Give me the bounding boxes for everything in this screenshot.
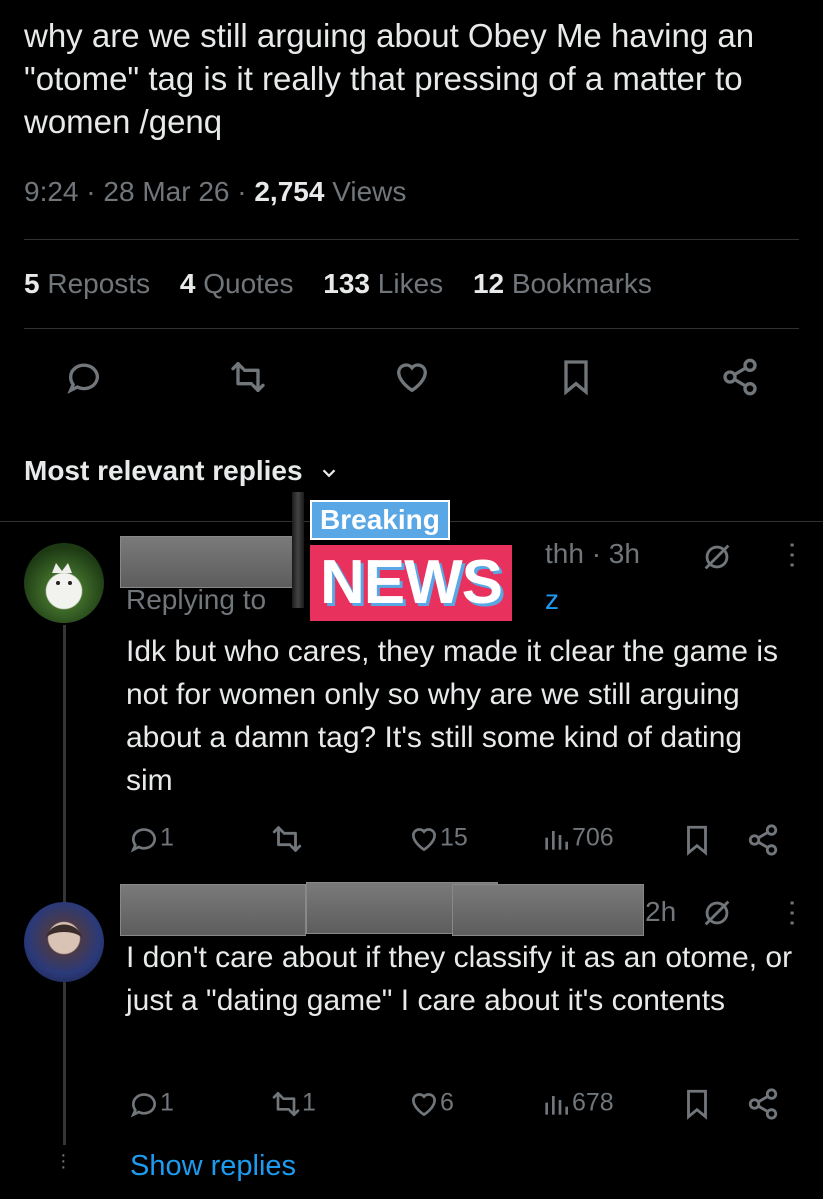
chevron-down-icon xyxy=(323,469,336,477)
reply-bookmark-icon[interactable] xyxy=(680,1087,714,1126)
reply-share-icon[interactable] xyxy=(746,1087,780,1126)
breaking-label: Breaking xyxy=(310,500,450,540)
redacted-name xyxy=(120,884,306,936)
tweet-time[interactable]: 9:24 xyxy=(24,176,79,207)
thread-line xyxy=(63,625,66,1145)
quotes-stat[interactable]: 4 Quotes xyxy=(180,268,294,299)
reply-share-icon[interactable] xyxy=(746,823,780,862)
reposts-stat[interactable]: 5 Reposts xyxy=(24,268,150,299)
reply-repost-button[interactable] xyxy=(270,822,304,861)
reply-like-button[interactable]: 15 xyxy=(408,823,468,855)
repost-icon[interactable] xyxy=(228,357,268,397)
reply-comment-button[interactable]: 1 xyxy=(128,823,174,855)
divider xyxy=(24,328,799,329)
thread-dots: · · · xyxy=(60,1144,67,1178)
tweet-date[interactable]: 28 Mar 26 xyxy=(103,176,229,207)
show-replies-link[interactable]: Show replies xyxy=(130,1150,296,1183)
reply-repost-button[interactable]: 1 xyxy=(270,1088,316,1120)
views-label: Views xyxy=(332,176,407,207)
grok-icon[interactable] xyxy=(700,896,734,930)
replying-to: Replying to xyxy=(126,584,267,615)
share-icon[interactable] xyxy=(720,357,760,397)
avatar[interactable] xyxy=(24,543,104,623)
grok-icon[interactable] xyxy=(700,540,734,574)
reply-handle-time: thh · 3h xyxy=(545,538,640,569)
tweet-text: why are we still arguing about Obey Me h… xyxy=(24,17,755,140)
reply-text: I don't care about if they classify it a… xyxy=(126,941,793,1017)
reply-icon[interactable] xyxy=(64,357,104,397)
reply-bookmark-icon[interactable] xyxy=(680,823,714,862)
news-label: NEWS xyxy=(310,545,512,621)
engagement-stats: 5 Reposts 4 Quotes 133 Likes 12 Bookmark… xyxy=(24,268,674,300)
views-count: 2,754 xyxy=(254,176,325,207)
sort-replies-dropdown[interactable]: Most relevant replies xyxy=(24,455,340,487)
likes-stat[interactable]: 133 Likes xyxy=(323,268,443,299)
reply-text: Idk but who cares, they made it clear th… xyxy=(126,635,778,797)
reply-views-button[interactable]: 706 xyxy=(540,823,614,855)
tweet-meta: 9:24 · 28 Mar 26 · 2,754 Views xyxy=(24,176,407,207)
reply-views-button[interactable]: 678 xyxy=(540,1088,614,1120)
reply-comment-button[interactable]: 1 xyxy=(128,1088,174,1120)
avatar[interactable] xyxy=(24,902,104,982)
bookmarks-stat[interactable]: 12 Bookmarks xyxy=(473,268,652,299)
more-options-icon[interactable]: ··· xyxy=(776,898,810,928)
divider xyxy=(24,239,799,240)
more-options-icon[interactable]: ··· xyxy=(776,540,810,570)
reply-like-button[interactable]: 6 xyxy=(408,1088,454,1120)
bookmark-icon[interactable] xyxy=(556,357,596,397)
overlay-bar xyxy=(292,492,304,608)
replying-to-handle[interactable]: z xyxy=(545,584,559,616)
redacted-handle xyxy=(452,884,644,936)
redacted-name xyxy=(120,536,294,588)
like-icon[interactable] xyxy=(392,357,432,397)
reply-time: 2h xyxy=(645,896,677,927)
